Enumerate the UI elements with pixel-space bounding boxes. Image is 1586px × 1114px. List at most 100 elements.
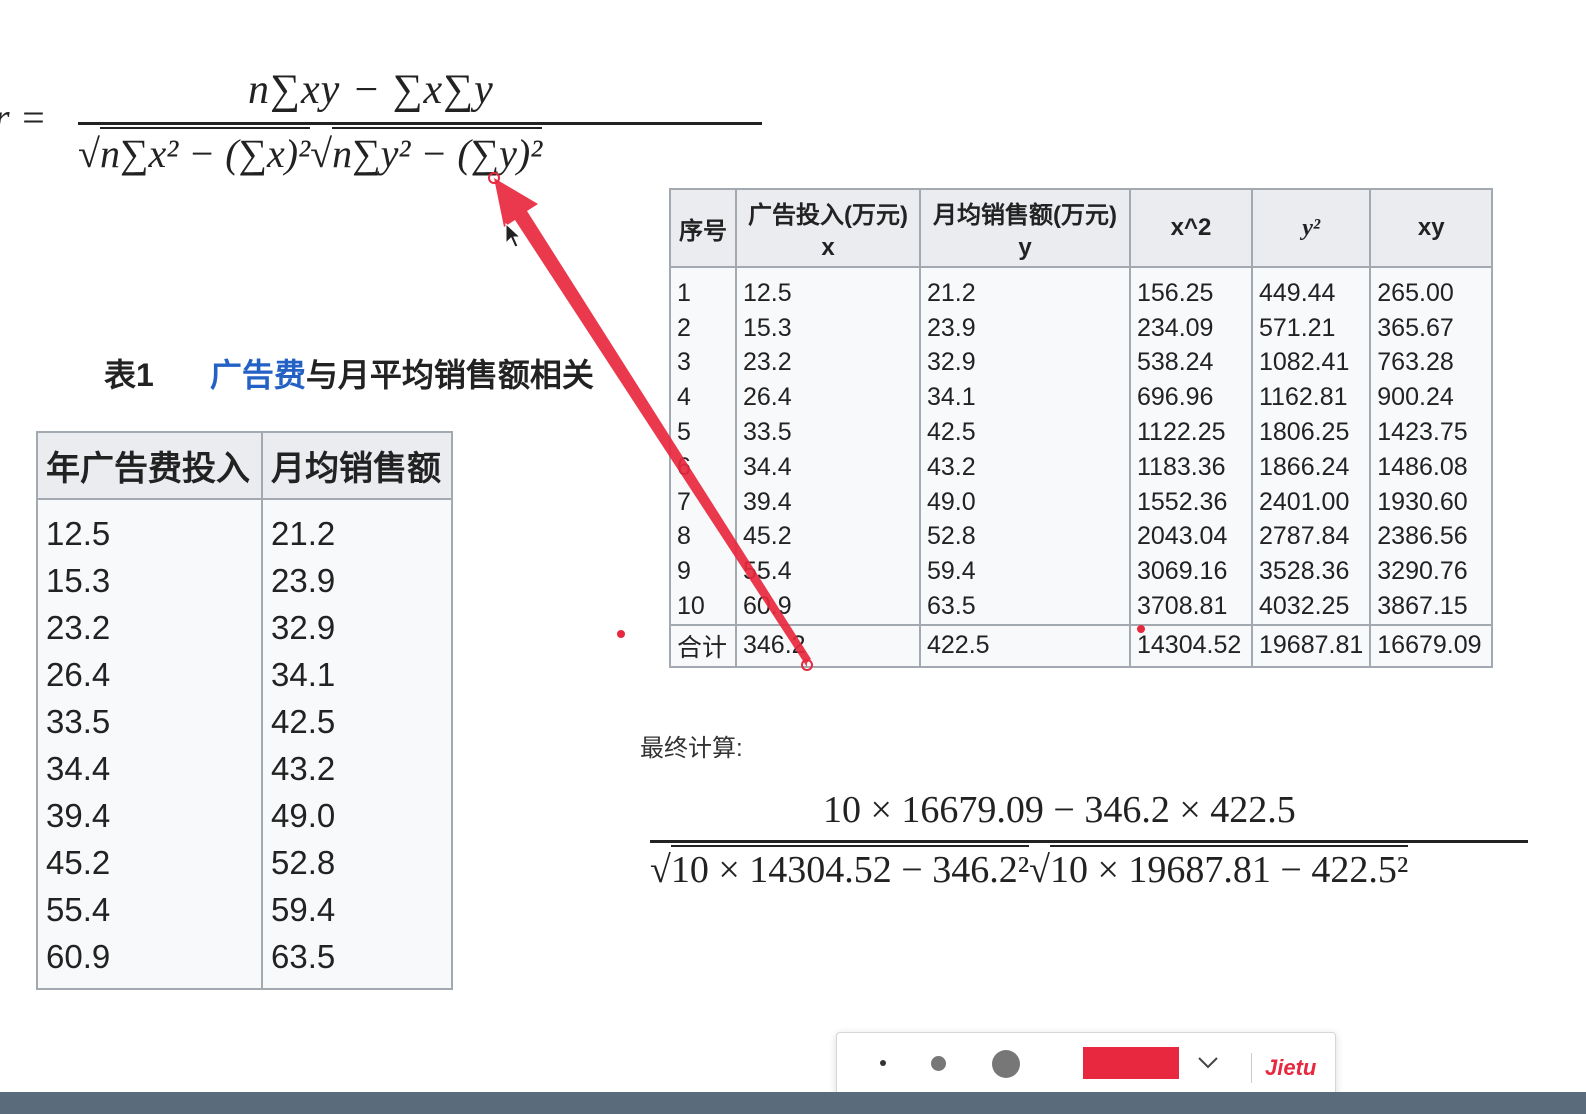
chevron-down-icon[interactable] (1193, 1047, 1223, 1077)
cell-y-squared: 1162.81 (1250, 380, 1372, 416)
header-y-squared: y² (1250, 188, 1372, 268)
table-row: 55.4 59.4 (36, 886, 453, 933)
jietu-logo: Jietu (1265, 1055, 1317, 1080)
cell-xy: 3290.76 (1369, 554, 1494, 590)
table-row: 39.4 49.0 (36, 792, 453, 839)
final-den-part1: 10 × 14304.52 − 346.2² (670, 845, 1030, 891)
cell-index: 1 (669, 267, 737, 311)
table-row: 6 34.4 43.2 1183.36 1866.24 1486.08 (669, 449, 1494, 485)
cell-x-squared: 156.25 (1129, 267, 1253, 311)
formula-den-part1: n∑x² − (∑x)² (99, 127, 311, 176)
screenshot-toolbar: Jietu (836, 1032, 1336, 1096)
cell-x: 34.4 (735, 449, 921, 485)
cell-xy: 265.00 (1369, 267, 1494, 311)
cell-y-squared: 571.21 (1250, 310, 1372, 346)
final-numerator: 10 × 16679.09 − 346.2 × 422.5 (823, 789, 1296, 831)
total-cell-index: 合计 (669, 623, 737, 668)
cell-x-squared: 234.09 (1129, 310, 1253, 346)
cell-x-squared: 538.24 (1129, 345, 1253, 381)
cell-x-squared: 696.96 (1129, 380, 1253, 416)
table-row: 12.5 21.2 (36, 499, 453, 557)
final-den-part2: 10 × 19687.81 − 422.5² (1049, 845, 1409, 891)
cell-monthly-sales: 21.2 (261, 499, 453, 557)
correlation-formula: r = n∑xy − ∑x∑y √n∑x² − (∑x)²√n∑y² − (∑y… (0, 30, 780, 180)
mouse-cursor-icon (505, 222, 522, 248)
cell-x-squared: 2043.04 (1129, 519, 1253, 555)
cell-y-squared: 4032.25 (1250, 589, 1372, 625)
cell-index: 2 (669, 310, 737, 346)
header-monthly-sales: 月均销售额 (261, 431, 453, 500)
cell-x: 33.5 (735, 415, 921, 450)
caption-link-ad-cost[interactable]: 广告费 (210, 357, 306, 393)
cell-monthly-sales: 63.5 (261, 933, 453, 990)
total-row: 合计 346.2 422.5 14304.52 19687.81 16679.09 (669, 623, 1494, 668)
cell-monthly-sales: 23.9 (261, 557, 453, 604)
table-row: 4 26.4 34.1 696.96 1162.81 900.24 (669, 380, 1494, 416)
cell-ad-input: 33.5 (36, 698, 263, 745)
cell-x: 60.9 (735, 589, 921, 625)
table-row: 34.4 43.2 (36, 745, 453, 792)
header-x-squared: x^2 (1129, 188, 1253, 268)
header-index: 序号 (669, 188, 737, 268)
brush-size-medium-icon[interactable] (931, 1056, 946, 1071)
cell-y: 49.0 (919, 484, 1131, 520)
cell-x-squared: 1122.25 (1129, 415, 1253, 450)
table-row: 1 12.5 21.2 156.25 449.44 265.00 (669, 267, 1494, 311)
header-ad-investment: 广告投入(万元) x (735, 188, 921, 268)
cell-x-squared: 1552.36 (1129, 484, 1253, 520)
sqrt-sign-icon: √ (310, 131, 333, 176)
cell-xy: 900.24 (1369, 380, 1494, 416)
cell-index: 3 (669, 345, 737, 381)
cell-ad-input: 26.4 (36, 651, 263, 698)
cell-index: 8 (669, 519, 737, 555)
cell-y: 21.2 (919, 267, 1131, 311)
cell-x: 55.4 (735, 554, 921, 590)
cell-ad-input: 55.4 (36, 886, 263, 933)
brush-size-small-icon[interactable] (880, 1060, 886, 1066)
table-row: 10 60.9 63.5 3708.81 4032.25 3867.15 (669, 589, 1494, 625)
cell-y-squared: 1866.24 (1250, 449, 1372, 485)
calc-table: 序号 广告投入(万元) x 月均销售额(万元) y x^2 y² xy 1 12.5 2… (669, 188, 1494, 668)
cell-xy: 3867.15 (1369, 589, 1494, 625)
cell-monthly-sales: 52.8 (261, 839, 453, 886)
cell-y-squared: 1082.41 (1250, 345, 1372, 381)
cell-y: 59.4 (919, 554, 1131, 590)
cell-y: 23.9 (919, 310, 1131, 346)
header-y-sub: y (1018, 233, 1032, 261)
cell-x: 45.2 (735, 519, 921, 555)
cell-x: 15.3 (735, 310, 921, 346)
cell-y-squared: 449.44 (1250, 267, 1372, 311)
cell-x: 39.4 (735, 484, 921, 520)
cell-xy: 1423.75 (1369, 415, 1494, 450)
header-xy: xy (1369, 188, 1494, 268)
cell-y-squared: 1806.25 (1250, 415, 1372, 450)
header-y2-text: y² (1302, 214, 1321, 241)
cell-y: 52.8 (919, 519, 1131, 555)
annotation-dot (617, 630, 625, 638)
total-cell-xy: 16679.09 (1369, 623, 1494, 668)
sqrt-sign-icon: √ (1029, 849, 1050, 891)
table-row: 7 39.4 49.0 1552.36 2401.00 1930.60 (669, 484, 1494, 520)
brush-size-large-icon[interactable] (992, 1050, 1020, 1078)
bottom-strip (0, 1092, 1586, 1114)
cell-x-squared: 1183.36 (1129, 449, 1253, 485)
cell-xy: 1486.08 (1369, 449, 1494, 485)
header-sales: 月均销售额(万元) y (919, 188, 1131, 268)
cell-xy: 1930.60 (1369, 484, 1494, 520)
formula-numerator: n∑xy − ∑x∑y (248, 67, 494, 113)
cell-ad-input: 45.2 (36, 839, 263, 886)
cell-x-squared: 3069.16 (1129, 554, 1253, 590)
cell-y-squared: 2401.00 (1250, 484, 1372, 520)
cell-index: 6 (669, 449, 737, 485)
cell-index: 7 (669, 484, 737, 520)
cell-x: 26.4 (735, 380, 921, 416)
total-cell-x: 346.2 (735, 623, 921, 668)
color-swatch[interactable] (1083, 1047, 1179, 1079)
cell-y-squared: 3528.36 (1250, 554, 1372, 590)
cell-monthly-sales: 42.5 (261, 698, 453, 745)
ad-sales-table: 年广告费投入 月均销售额 12.5 21.2 15.3 23.9 23.2 32.9 26.… (36, 431, 453, 990)
formula-r: r = (0, 95, 47, 140)
header-ad-input: 年广告费投入 (36, 431, 263, 500)
table-row: 33.5 42.5 (36, 698, 453, 745)
table-row: 8 45.2 52.8 2043.04 2787.84 2386.56 (669, 519, 1494, 555)
